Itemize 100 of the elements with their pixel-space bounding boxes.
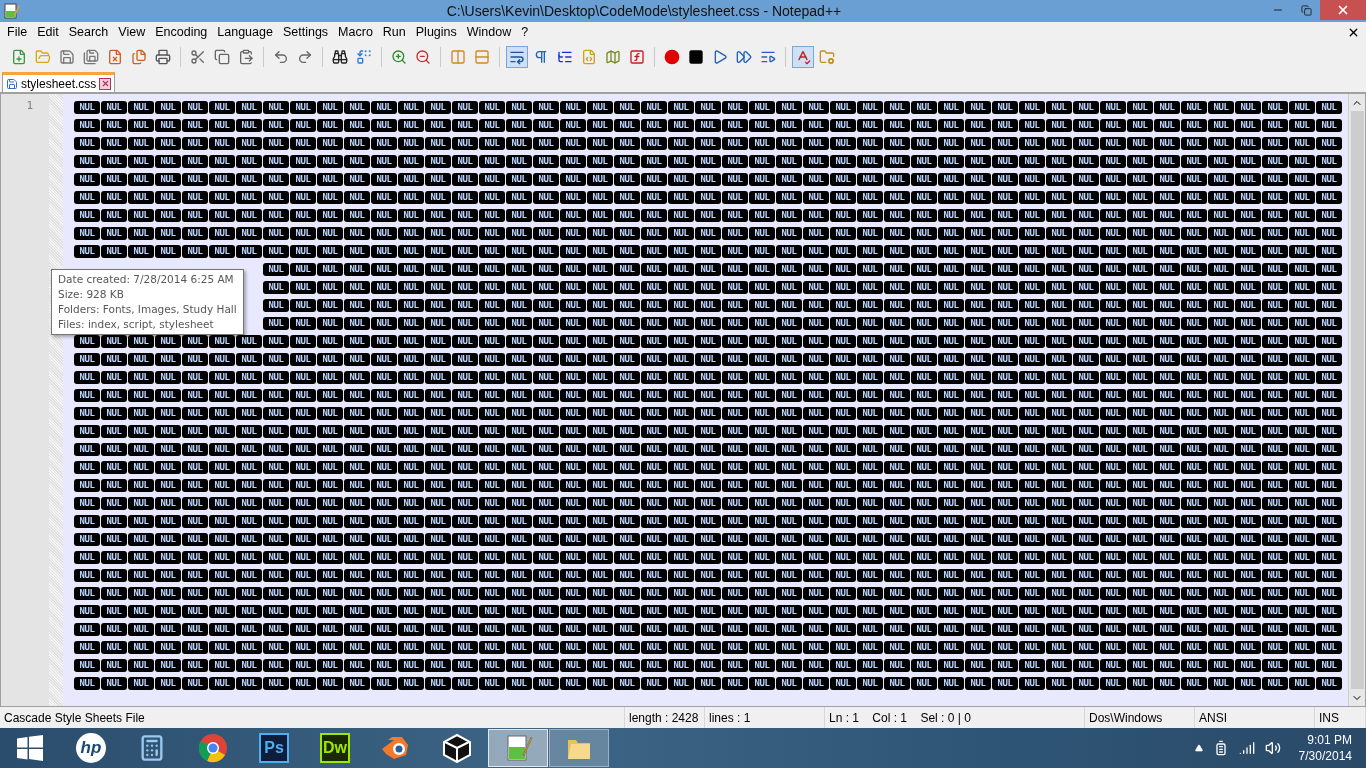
control-character: NUL <box>884 334 910 348</box>
control-character: NUL <box>911 568 937 582</box>
control-character: NUL <box>101 658 127 672</box>
control-character: NUL <box>398 172 424 186</box>
close-button[interactable] <box>1320 0 1366 20</box>
menu-item[interactable]: Settings <box>277 25 334 39</box>
menu-item[interactable]: Plugins <box>410 25 462 39</box>
control-character: NUL <box>1046 604 1072 618</box>
taskbar-item[interactable]: Ps <box>244 729 304 767</box>
control-character: NUL <box>776 226 802 240</box>
control-character: NUL <box>1127 496 1153 510</box>
control-character: NUL <box>587 280 613 294</box>
scrollbar-thumb[interactable] <box>1350 111 1364 689</box>
control-character: NUL <box>587 352 613 366</box>
control-character: NUL <box>668 262 694 276</box>
control-character: NUL <box>1316 586 1342 600</box>
windows-logo-icon <box>17 735 43 761</box>
control-character: NUL <box>1235 370 1261 384</box>
notepad-app-icon <box>4 3 20 19</box>
control-character: NUL <box>452 190 478 204</box>
control-character: NUL <box>911 334 937 348</box>
control-character: NUL <box>209 244 235 258</box>
new-file-icon <box>11 49 27 65</box>
clock-date[interactable]: 7/30/2014 <box>1298 748 1352 764</box>
control-character: NUL <box>884 586 910 600</box>
control-character: NUL <box>236 442 262 456</box>
menu-item[interactable]: ? <box>516 25 534 39</box>
control-character: NUL <box>749 658 775 672</box>
menu-item[interactable]: Window <box>461 25 517 39</box>
control-character: NUL <box>398 154 424 168</box>
control-character: NUL <box>398 262 424 276</box>
control-character: NUL <box>1289 190 1315 204</box>
indent-guide-icon <box>557 49 573 65</box>
menu-item[interactable]: Run <box>377 25 411 39</box>
control-character: NUL <box>1181 370 1207 384</box>
control-character: NUL <box>695 208 721 222</box>
control-character: NUL <box>938 532 964 546</box>
control-character: NUL <box>1262 154 1288 168</box>
control-character: NUL <box>101 100 127 114</box>
control-character: NUL <box>317 298 343 312</box>
control-character: NUL <box>290 316 316 330</box>
control-character: NUL <box>209 622 235 636</box>
control-character: NUL <box>1262 370 1288 384</box>
control-character: NUL <box>533 568 559 582</box>
control-character: NUL <box>182 388 208 402</box>
control-character: NUL <box>1235 190 1261 204</box>
control-character: NUL <box>128 568 154 582</box>
control-character: NUL <box>263 604 289 618</box>
menu-item[interactable]: File <box>2 25 33 39</box>
clock-time[interactable]: 9:01 PM <box>1307 732 1352 748</box>
menu-item[interactable]: Language <box>212 25 278 39</box>
control-character: NUL <box>911 118 937 132</box>
control-character: NUL <box>722 100 748 114</box>
control-character: NUL <box>641 244 667 258</box>
control-character: NUL <box>1073 154 1099 168</box>
control-character: NUL <box>560 622 586 636</box>
control-character: NUL <box>749 190 775 204</box>
control-character: NUL <box>1208 100 1234 114</box>
control-character: NUL <box>749 640 775 654</box>
control-character: NUL <box>479 640 505 654</box>
control-character: NUL <box>1262 676 1288 690</box>
menu-item[interactable]: Encoding <box>150 25 213 39</box>
menu-item[interactable]: Macro <box>333 25 378 39</box>
control-character: NUL <box>884 388 910 402</box>
taskbar-item[interactable]: Dw <box>305 729 365 767</box>
show-hidden-icon[interactable] <box>1194 744 1203 752</box>
control-character: NUL <box>155 658 181 672</box>
control-character: NUL <box>857 334 883 348</box>
control-character: NUL <box>1289 514 1315 528</box>
menu-item[interactable]: Edit <box>32 25 64 39</box>
menu-item[interactable]: View <box>113 25 151 39</box>
control-character: NUL <box>695 586 721 600</box>
control-character: NUL <box>452 298 478 312</box>
control-character: NUL <box>965 460 991 474</box>
file-tab[interactable]: stylesheet.css <box>2 72 116 92</box>
control-character: NUL <box>452 640 478 654</box>
control-character: NUL <box>1154 406 1180 420</box>
control-character: NUL <box>1154 100 1180 114</box>
control-character: NUL <box>1208 406 1234 420</box>
control-character: NUL <box>533 406 559 420</box>
control-character: NUL <box>74 496 100 510</box>
control-character: NUL <box>1100 190 1126 204</box>
control-character: NUL <box>668 442 694 456</box>
control-character: NUL <box>1127 622 1153 636</box>
control-character: NUL <box>803 100 829 114</box>
control-character: NUL <box>101 172 127 186</box>
control-character: NUL <box>452 280 478 294</box>
control-character: NUL <box>1235 640 1261 654</box>
control-character: NUL <box>533 334 559 348</box>
control-character: NUL <box>803 550 829 564</box>
menu-item[interactable]: Search <box>63 25 114 39</box>
tab-close-icon[interactable] <box>99 77 112 90</box>
control-character: NUL <box>1181 388 1207 402</box>
control-character: NUL <box>749 442 775 456</box>
control-character: NUL <box>668 424 694 438</box>
taskbar-item[interactable]: hp <box>61 729 121 767</box>
volume-icon[interactable] <box>1264 740 1281 756</box>
signal-icon[interactable] <box>1238 740 1255 756</box>
control-character: NUL <box>1100 262 1126 276</box>
control-character: NUL <box>1289 316 1315 330</box>
